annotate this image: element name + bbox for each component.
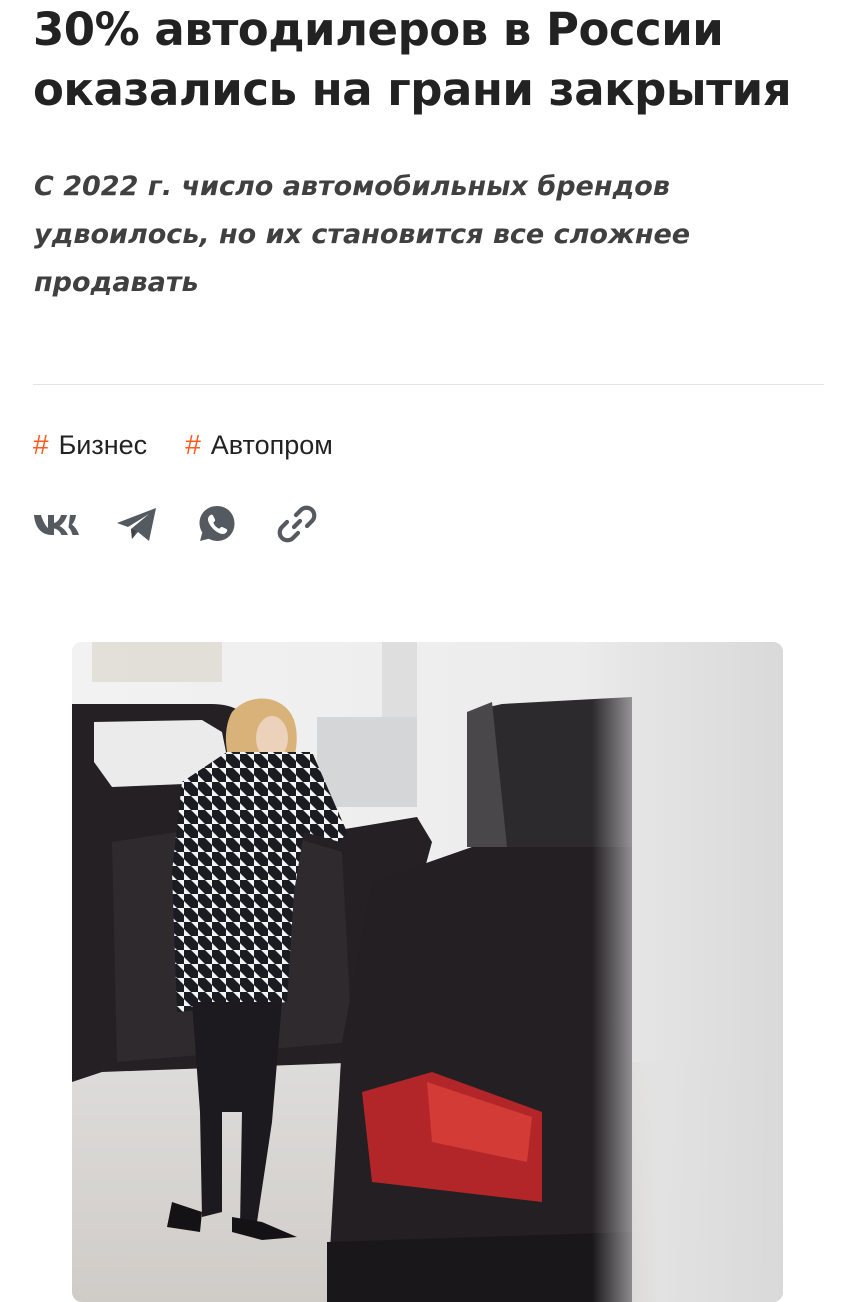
share-bar (32, 500, 352, 548)
hash-icon: # (33, 429, 49, 460)
article-lead: С 2022 г. число автомобильных брендов уд… (34, 163, 814, 307)
hash-icon: # (185, 429, 201, 460)
link-icon (277, 505, 317, 543)
tag-business[interactable]: # Бизнес (33, 429, 147, 461)
tag-label: Автопром (210, 429, 333, 460)
vk-icon (34, 515, 79, 535)
article-lead-line: продавать (34, 267, 199, 298)
divider (33, 384, 824, 385)
tag-label: Бизнес (58, 429, 148, 460)
tag-autoprom[interactable]: # Автопром (185, 429, 333, 461)
article-lead-line: удвоилось, но их становится все сложнее (34, 219, 691, 250)
article-lead-line: С 2022 г. число автомобильных брендов (34, 171, 670, 202)
telegram-icon (117, 508, 156, 541)
article-photo (72, 642, 783, 1302)
tag-list: # Бизнес # Автопром (33, 425, 371, 465)
copy-link-button[interactable] (272, 500, 322, 548)
share-vk-button[interactable] (32, 500, 82, 548)
article-title-line: оказались на грани закрытия (33, 63, 792, 116)
article-title: 30% автодилеров в России оказались на гр… (33, 0, 833, 120)
share-telegram-button[interactable] (112, 500, 162, 548)
share-whatsapp-button[interactable] (192, 500, 242, 548)
article-title-line: 30% автодилеров в России (33, 3, 724, 56)
whatsapp-icon (199, 506, 235, 541)
